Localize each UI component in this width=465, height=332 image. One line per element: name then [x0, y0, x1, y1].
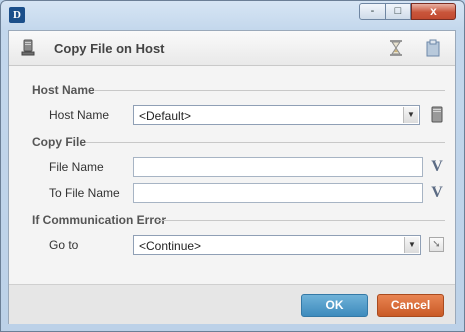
section-divider [86, 142, 445, 143]
file-name-input[interactable] [133, 157, 423, 177]
section-divider [95, 90, 445, 91]
to-file-name-input[interactable] [133, 183, 423, 203]
app-logo-icon: D [9, 7, 25, 23]
goto-value: <Continue> [139, 239, 202, 253]
dialog-window: D - □ x Copy File on Host Host Name Host… [0, 0, 465, 332]
server-icon [21, 39, 35, 56]
dialog-client: Copy File on Host Host Name Host Name <D… [8, 30, 456, 324]
section-host-name: Host Name [32, 83, 95, 97]
maximize-icon: □ [394, 5, 402, 17]
clipboard-icon[interactable] [425, 39, 441, 57]
host-name-label: Host Name [49, 108, 110, 122]
maximize-button[interactable]: □ [385, 3, 411, 20]
cancel-button[interactable]: Cancel [377, 294, 444, 317]
title-bar[interactable]: D - □ x [1, 1, 464, 29]
file-name-label: File Name [49, 160, 104, 174]
chevron-down-icon[interactable]: ▼ [404, 237, 419, 253]
to-file-name-variable-button[interactable]: V [429, 184, 445, 202]
hourglass-icon[interactable] [389, 39, 403, 57]
goto-label: Go to [49, 238, 79, 252]
dialog-header: Copy File on Host [9, 31, 455, 66]
close-button[interactable]: x [411, 3, 456, 20]
page-title: Copy File on Host [54, 41, 165, 56]
section-comm-error: If Communication Error [32, 213, 167, 227]
goto-select[interactable]: <Continue> ▼ [133, 235, 421, 255]
minimize-button[interactable]: - [359, 3, 386, 20]
chevron-down-icon[interactable]: ▼ [403, 107, 418, 123]
minimize-icon: - [370, 5, 375, 17]
dialog-footer: OK Cancel [9, 284, 455, 324]
section-divider [156, 220, 445, 221]
close-icon: x [430, 4, 437, 18]
host-name-value: <Default> [139, 109, 192, 123]
file-name-variable-button[interactable]: V [429, 158, 445, 176]
section-copy-file: Copy File [32, 135, 87, 149]
host-picker-icon[interactable] [429, 106, 445, 124]
to-file-name-label: To File Name [49, 186, 120, 200]
ok-button[interactable]: OK [301, 294, 368, 317]
host-name-select[interactable]: <Default> ▼ [133, 105, 420, 125]
form-content: Host Name Host Name <Default> ▼ Copy Fil… [9, 66, 455, 284]
goto-arrow-icon[interactable]: ➘ [429, 237, 444, 252]
